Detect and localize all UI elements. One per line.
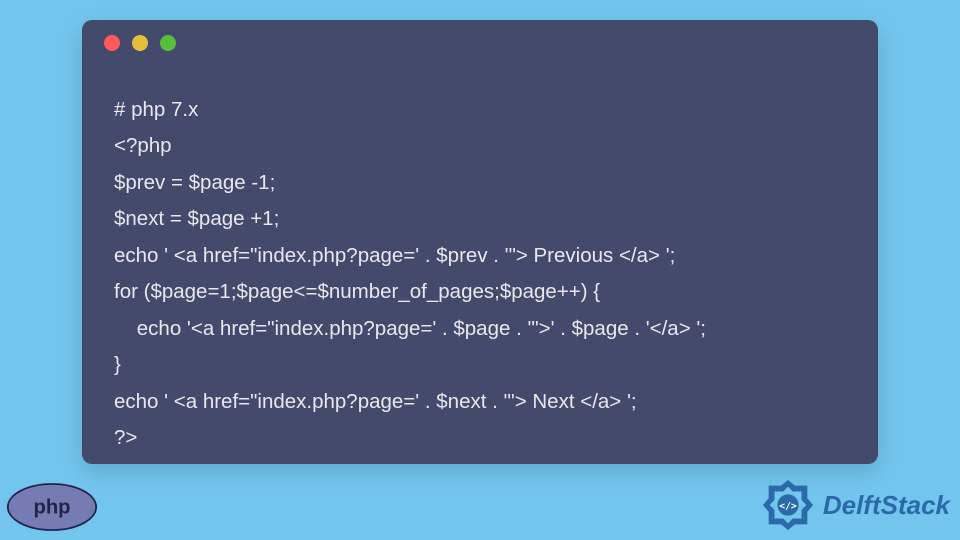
brand-name: DelftStack (823, 490, 950, 521)
code-line: } (114, 353, 121, 376)
code-line: ?> (114, 426, 137, 449)
window-titlebar (82, 20, 878, 66)
code-line: $next = $page +1; (114, 207, 279, 230)
code-line: <?php (114, 134, 172, 157)
code-block: # php 7.x <?php $prev = $page -1; $next … (82, 66, 878, 457)
maximize-icon[interactable] (160, 35, 176, 51)
code-line: # php 7.x (114, 98, 198, 121)
code-line: echo ' <a href="index.php?page=' . $prev… (114, 244, 675, 267)
svg-text:</>: </> (779, 501, 797, 512)
minimize-icon[interactable] (132, 35, 148, 51)
brand-logo-icon: </> (759, 476, 817, 534)
code-line: for ($page=1;$page<=$number_of_pages;$pa… (114, 280, 600, 303)
code-window: # php 7.x <?php $prev = $page -1; $next … (82, 20, 878, 464)
code-line: $prev = $page -1; (114, 171, 275, 194)
php-label: php (33, 496, 70, 518)
php-logo: php (6, 482, 98, 532)
php-logo-icon: php (6, 482, 98, 532)
code-line: echo ' <a href="index.php?page=' . $next… (114, 390, 637, 413)
brand: </> DelftStack (759, 476, 950, 534)
code-line: echo '<a href="index.php?page=' . $page … (114, 317, 706, 340)
close-icon[interactable] (104, 35, 120, 51)
